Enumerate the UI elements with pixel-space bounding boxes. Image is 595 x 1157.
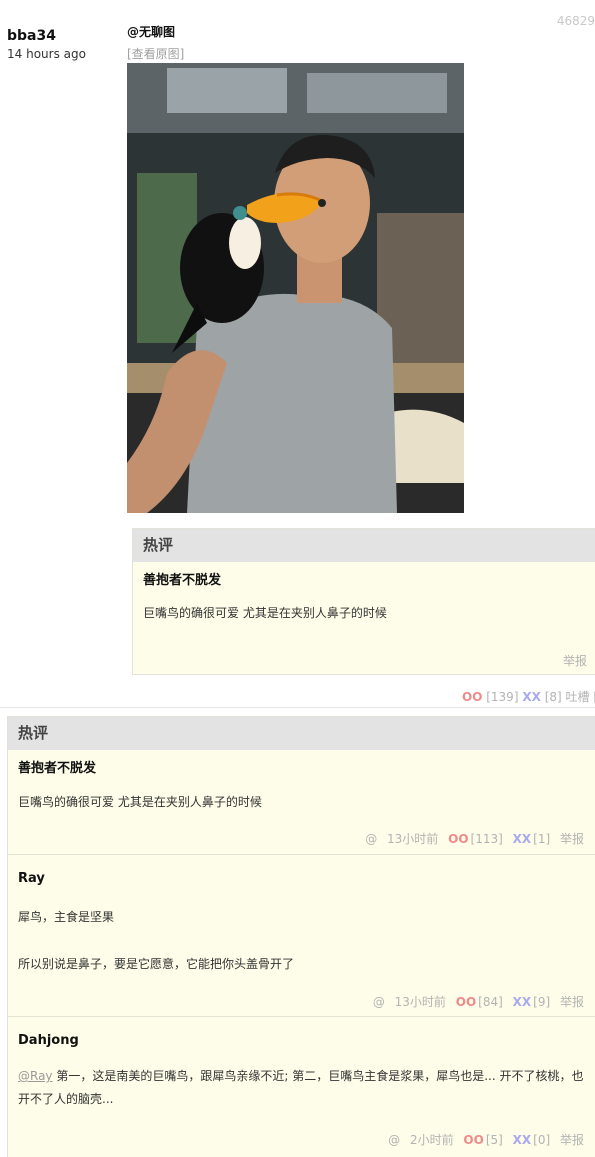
comment-report-link[interactable]: 举报: [560, 832, 584, 846]
comment-mention-link[interactable]: @Ray: [18, 1069, 53, 1083]
inline-hot-text: 巨嘴鸟的确很可爱 尤其是在夹别人鼻子的时候: [143, 606, 387, 620]
comment-oo-count: [113]: [470, 832, 503, 846]
post-xx-button[interactable]: XX: [522, 690, 541, 704]
comment-xx-button[interactable]: XX: [513, 832, 532, 846]
comment-xx-count: [0]: [533, 1133, 551, 1147]
comment-footer: @ 13小时前 OO [113] XX [1] 举报: [359, 830, 584, 847]
post-mention: @无聊图: [127, 25, 176, 39]
post-xx-count: [8]: [544, 690, 562, 704]
comment-time: 2小时前: [409, 1133, 454, 1147]
post-author[interactable]: bba34: [7, 28, 56, 44]
inline-hot-author: 善抱者不脱发: [143, 573, 222, 588]
comment-time: 13小时前: [394, 995, 446, 1009]
comment-oo-button[interactable]: OO: [456, 995, 476, 1009]
comment-report-link[interactable]: 举报: [560, 995, 584, 1009]
comment-author[interactable]: Ray: [18, 871, 45, 886]
comment-text-line-1: 犀鸟，主食是坚果: [18, 910, 115, 924]
comment-item: Dahjong @Ray 第一，这是南美的巨嘴鸟，跟犀鸟亲缘不近; 第二，巨嘴鸟…: [8, 1016, 595, 1157]
hot-list-heading: 热评: [8, 717, 595, 750]
comment-report-link[interactable]: 举报: [560, 1133, 584, 1147]
post-id: 46829: [556, 14, 595, 28]
reply-at-button[interactable]: @: [373, 995, 385, 1009]
inline-hot-report-link[interactable]: 举报: [563, 652, 587, 669]
comment-footer: @ 2小时前 OO [5] XX [0] 举报: [382, 1131, 584, 1148]
inline-hot-heading: 热评: [133, 529, 595, 562]
comment-xx-button[interactable]: XX: [513, 995, 532, 1009]
comment-text-line-2: 所以别说是鼻子，要是它愿意，它能把你头盖骨开了: [18, 957, 295, 971]
comment-text-body: 第一，这是南美的巨嘴鸟，跟犀鸟亲缘不近; 第二，巨嘴鸟主食是浆果，犀鸟也是...…: [18, 1069, 584, 1106]
post-tucao-button[interactable]: 吐槽 [1: [566, 690, 595, 704]
post-time: 14 hours ago: [7, 47, 86, 61]
comment-text: 巨嘴鸟的确很可爱 尤其是在夹别人鼻子的时候: [18, 795, 262, 809]
comment-item: 善抱者不脱发 巨嘴鸟的确很可爱 尤其是在夹别人鼻子的时候 @ 13小时前 OO[…: [8, 750, 595, 854]
comment-oo-button[interactable]: OO: [463, 1133, 483, 1147]
post-actions: OO [139] XX [8] 吐槽 [1: [462, 688, 595, 705]
post: 46829 bba34 14 hours ago @无聊图 [查看原图] 热评 …: [0, 0, 595, 708]
comment-footer: @ 13小时前 OO [84] XX [9] 举报: [367, 993, 584, 1010]
comment-oo-count: [84]: [478, 995, 503, 1009]
view-original-link[interactable]: [查看原图]: [127, 45, 184, 62]
reply-at-button[interactable]: @: [388, 1133, 400, 1147]
comment-xx-button[interactable]: XX: [513, 1133, 532, 1147]
comment-xx-count: [9]: [533, 995, 551, 1009]
comment-oo-button[interactable]: OO: [448, 832, 468, 846]
inline-hot-comment: 热评 善抱者不脱发 巨嘴鸟的确很可爱 尤其是在夹别人鼻子的时候 举报: [132, 528, 595, 675]
reply-at-button[interactable]: @: [365, 832, 377, 846]
hot-comments-list: 热评 善抱者不脱发 巨嘴鸟的确很可爱 尤其是在夹别人鼻子的时候 @ 13小时前 …: [7, 716, 595, 1157]
comment-time: 13小时前: [387, 832, 439, 846]
comment-oo-count: [5]: [485, 1133, 503, 1147]
post-oo-count: [139]: [486, 690, 519, 704]
comment-text: @Ray 第一，这是南美的巨嘴鸟，跟犀鸟亲缘不近; 第二，巨嘴鸟主食是浆果，犀鸟…: [18, 1065, 588, 1111]
comment-author[interactable]: Dahjong: [18, 1033, 79, 1048]
comment-item: Ray 犀鸟，主食是坚果 所以别说是鼻子，要是它愿意，它能把你头盖骨开了 @ 1…: [8, 854, 595, 1016]
post-image[interactable]: [127, 63, 464, 513]
post-oo-button[interactable]: OO: [462, 690, 482, 704]
comment-xx-count: [1]: [533, 832, 551, 846]
comment-author[interactable]: 善抱者不脱发: [18, 757, 96, 776]
